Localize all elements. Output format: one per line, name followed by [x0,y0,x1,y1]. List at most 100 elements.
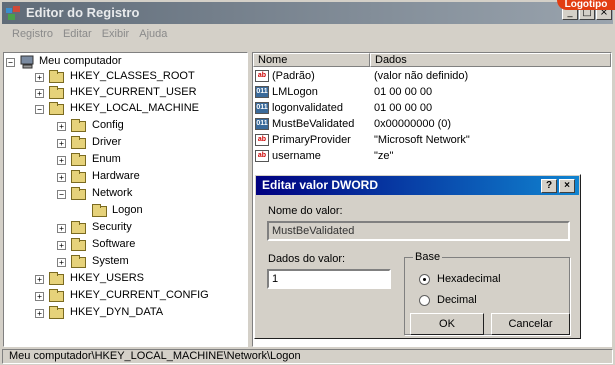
binary-value-icon: 011 [255,118,269,130]
value-name: (Padrão) [272,70,315,82]
help-button[interactable]: ? [541,179,557,193]
hexadecimal-label[interactable]: Hexadecimal [437,273,501,285]
expand-icon[interactable]: + [57,139,66,148]
expand-icon[interactable]: + [35,89,44,98]
menu-editar[interactable]: Editar [63,28,92,40]
tree-label: Meu computador [39,55,122,67]
value-row[interactable]: ab PrimaryProvider "Microsoft Network" [253,133,611,148]
binary-value-icon: 011 [255,102,269,114]
open-folder-icon [71,187,86,200]
expand-icon[interactable]: + [57,241,66,250]
value-name: PrimaryProvider [272,134,351,146]
dialog-title: Editar valor DWORD [262,178,379,192]
folder-icon [49,289,64,302]
tree-label: Network [92,187,133,199]
base-group-label: Base [413,251,443,263]
expand-icon[interactable]: + [35,309,44,318]
tree-label: Config [92,119,124,131]
collapse-icon[interactable]: − [35,105,44,114]
ok-button[interactable]: OK [410,313,484,335]
value-data: 0x00000000 (0) [374,118,452,130]
expand-icon[interactable]: + [57,224,66,233]
registry-tree[interactable]: − Meu computador + HKEY_CLASSES_ROOT + H… [3,52,248,347]
tree-label: Driver [92,136,122,148]
folder-icon [71,119,86,132]
folder-icon [71,221,86,234]
value-name: logonvalidated [272,102,343,114]
tree-label: Software [92,238,136,250]
edit-dword-dialog: Editar valor DWORD ? × Nome do valor: Mu… [254,174,581,339]
value-name: username [272,150,321,162]
column-header-name[interactable]: Nome [253,53,370,67]
status-bar: Meu computador\HKEY_LOCAL_MACHINE\Networ… [2,349,613,364]
value-name: MustBeValidated [272,118,355,130]
logotipo-badge: Logotipo [557,0,615,10]
expand-icon[interactable]: + [35,73,44,82]
expand-icon[interactable]: + [57,122,66,131]
expand-icon[interactable]: + [57,173,66,182]
folder-icon [49,86,64,99]
collapse-icon[interactable]: − [57,190,66,199]
folder-icon [49,306,64,319]
string-value-icon: ab [255,150,269,162]
value-row[interactable]: 011 LMLogon 01 00 00 00 [253,85,611,100]
menu-registro[interactable]: Registro [12,28,53,40]
value-row[interactable]: ab username "ze" [253,149,611,164]
value-data: (valor não definido) [374,70,469,82]
decimal-radio[interactable] [419,295,430,306]
value-data: 01 00 00 00 [374,86,433,98]
tree-label: System [92,255,129,267]
folder-icon [71,255,86,268]
menu-ajuda[interactable]: Ajuda [139,28,167,40]
registry-editor-icon [6,6,21,20]
open-folder-icon [49,102,64,115]
computer-icon [20,55,34,69]
folder-icon [71,153,86,166]
tree-label: HKEY_CURRENT_CONFIG [70,289,209,301]
value-data: "ze" [374,150,394,162]
value-name-label: Nome do valor: [268,205,343,217]
expand-icon[interactable]: + [35,292,44,301]
value-name: LMLogon [272,86,318,98]
value-row[interactable]: 011 logonvalidated 01 00 00 00 [253,101,611,116]
string-value-icon: ab [255,134,269,146]
column-header-data[interactable]: Dados [370,53,611,67]
tree-label: HKEY_LOCAL_MACHINE [70,102,199,114]
value-data: 01 00 00 00 [374,102,433,114]
tree-label: HKEY_CURRENT_USER [70,86,197,98]
folder-icon [49,272,64,285]
tree-label: HKEY_DYN_DATA [70,306,164,318]
value-data-label: Dados do valor: [268,253,346,265]
tree-label: HKEY_CLASSES_ROOT [70,70,195,82]
expand-icon[interactable]: + [35,275,44,284]
decimal-label[interactable]: Decimal [437,294,477,306]
menu-exibir[interactable]: Exibir [102,28,130,40]
value-row[interactable]: 011 MustBeValidated 0x00000000 (0) [253,117,611,132]
tree-label: Hardware [92,170,140,182]
value-data: "Microsoft Network" [374,134,470,146]
value-data-input[interactable]: 1 [267,269,391,289]
string-value-icon: ab [255,70,269,82]
binary-value-icon: 011 [255,86,269,98]
tree-label: Enum [92,153,121,165]
collapse-icon[interactable]: − [6,58,15,67]
tree-label: Security [92,221,132,233]
hexadecimal-radio[interactable] [419,274,430,285]
window-title: Editor do Registro [26,5,140,20]
tree-label: Logon [112,204,143,216]
value-name-field: MustBeValidated [267,221,570,241]
folder-icon [71,170,86,183]
menu-bar: Registro Editar Exibir Ajuda [2,25,613,43]
registry-editor-window: Editor do Registro _ □ × Logotipo Regist… [0,0,615,365]
dialog-title-bar: Editar valor DWORD ? × [256,176,579,195]
title-bar: Editor do Registro _ □ × [2,2,613,24]
expand-icon[interactable]: + [57,156,66,165]
open-folder-icon [92,204,107,217]
dialog-close-button[interactable]: × [559,179,575,193]
folder-icon [71,238,86,251]
value-row[interactable]: ab (Padrão) (valor não definido) [253,69,611,84]
folder-icon [49,70,64,83]
cancel-button[interactable]: Cancelar [491,313,570,335]
expand-icon[interactable]: + [57,258,66,267]
folder-icon [71,136,86,149]
